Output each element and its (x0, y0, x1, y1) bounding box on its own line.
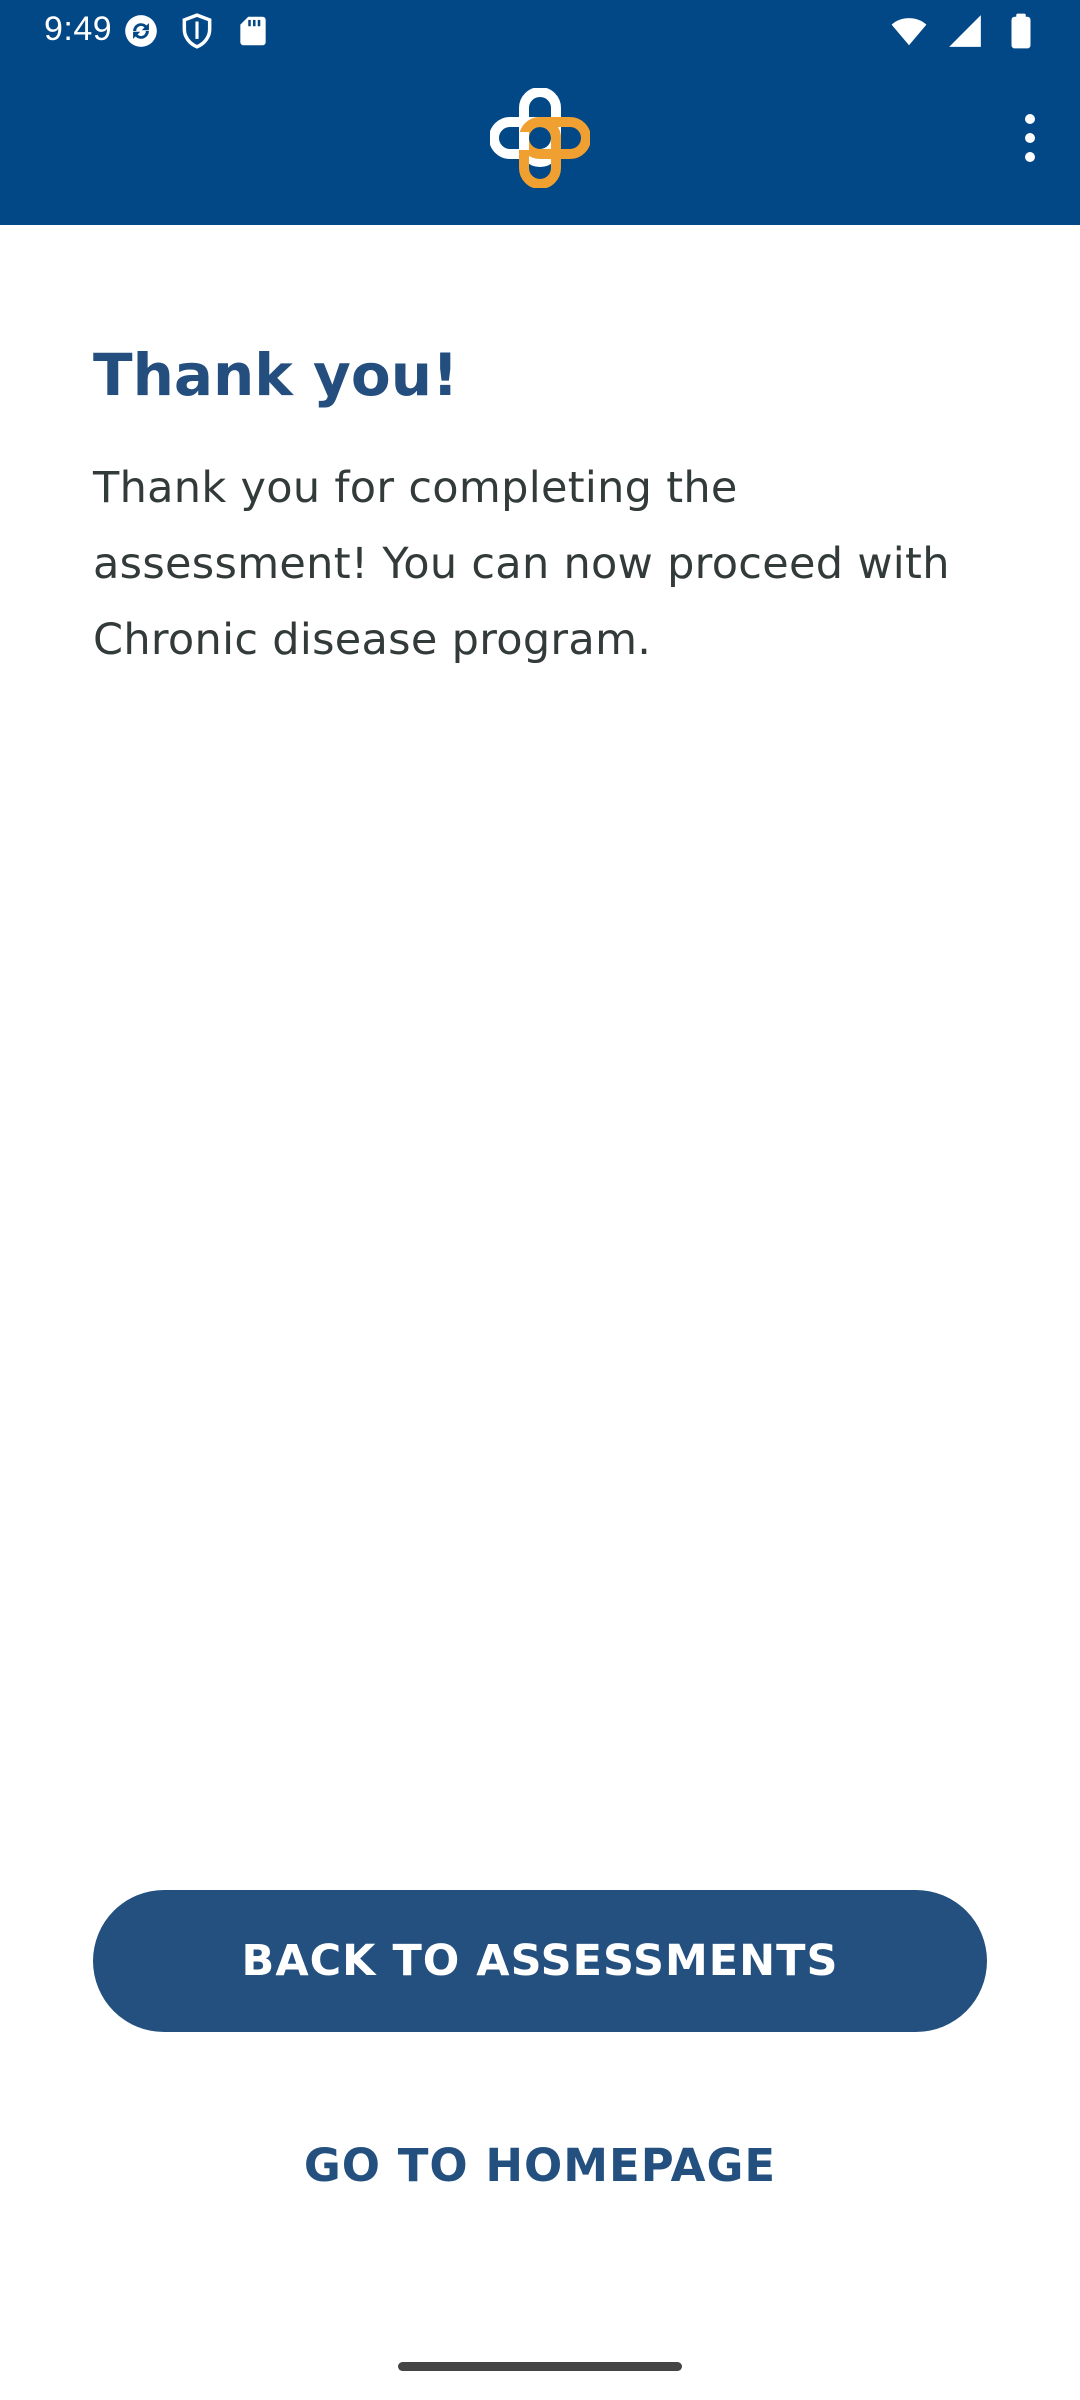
status-left-icons (122, 12, 272, 50)
shield-icon (182, 13, 212, 49)
completion-message: Thank you for completing the assessment!… (93, 463, 950, 665)
page-title: Thank you! (93, 341, 459, 409)
status-time: 9:49 (44, 10, 113, 48)
go-to-homepage-label: GO TO HOMEPAGE (303, 2138, 777, 2192)
more-vert-icon (1025, 114, 1035, 124)
status-bar: 9:49 (0, 0, 1080, 62)
more-vert-icon-dot (1025, 152, 1035, 162)
back-to-assessments-label: BACK TO ASSESSMENTS (241, 1936, 839, 1986)
wifi-icon (891, 18, 927, 46)
sd-card-icon (240, 16, 266, 46)
go-to-homepage-button[interactable]: GO TO HOMEPAGE (93, 2110, 987, 2220)
status-right-icons (890, 12, 1040, 50)
signal-icon (949, 15, 981, 47)
content: Thank you! Thank you for completing the … (93, 330, 993, 678)
app-bar (0, 62, 1080, 225)
cross-logo-icon (490, 88, 590, 188)
back-to-assessments-button[interactable]: BACK TO ASSESSMENTS (93, 1890, 987, 2032)
more-options-button[interactable] (998, 102, 1062, 174)
screen: 9:49 Thank you! Thank you for completing… (0, 0, 1080, 2400)
gesture-nav-handle[interactable] (398, 2362, 682, 2371)
more-vert-icon-dot (1025, 133, 1035, 143)
battery-icon (1011, 13, 1031, 49)
sync-icon (125, 15, 157, 47)
